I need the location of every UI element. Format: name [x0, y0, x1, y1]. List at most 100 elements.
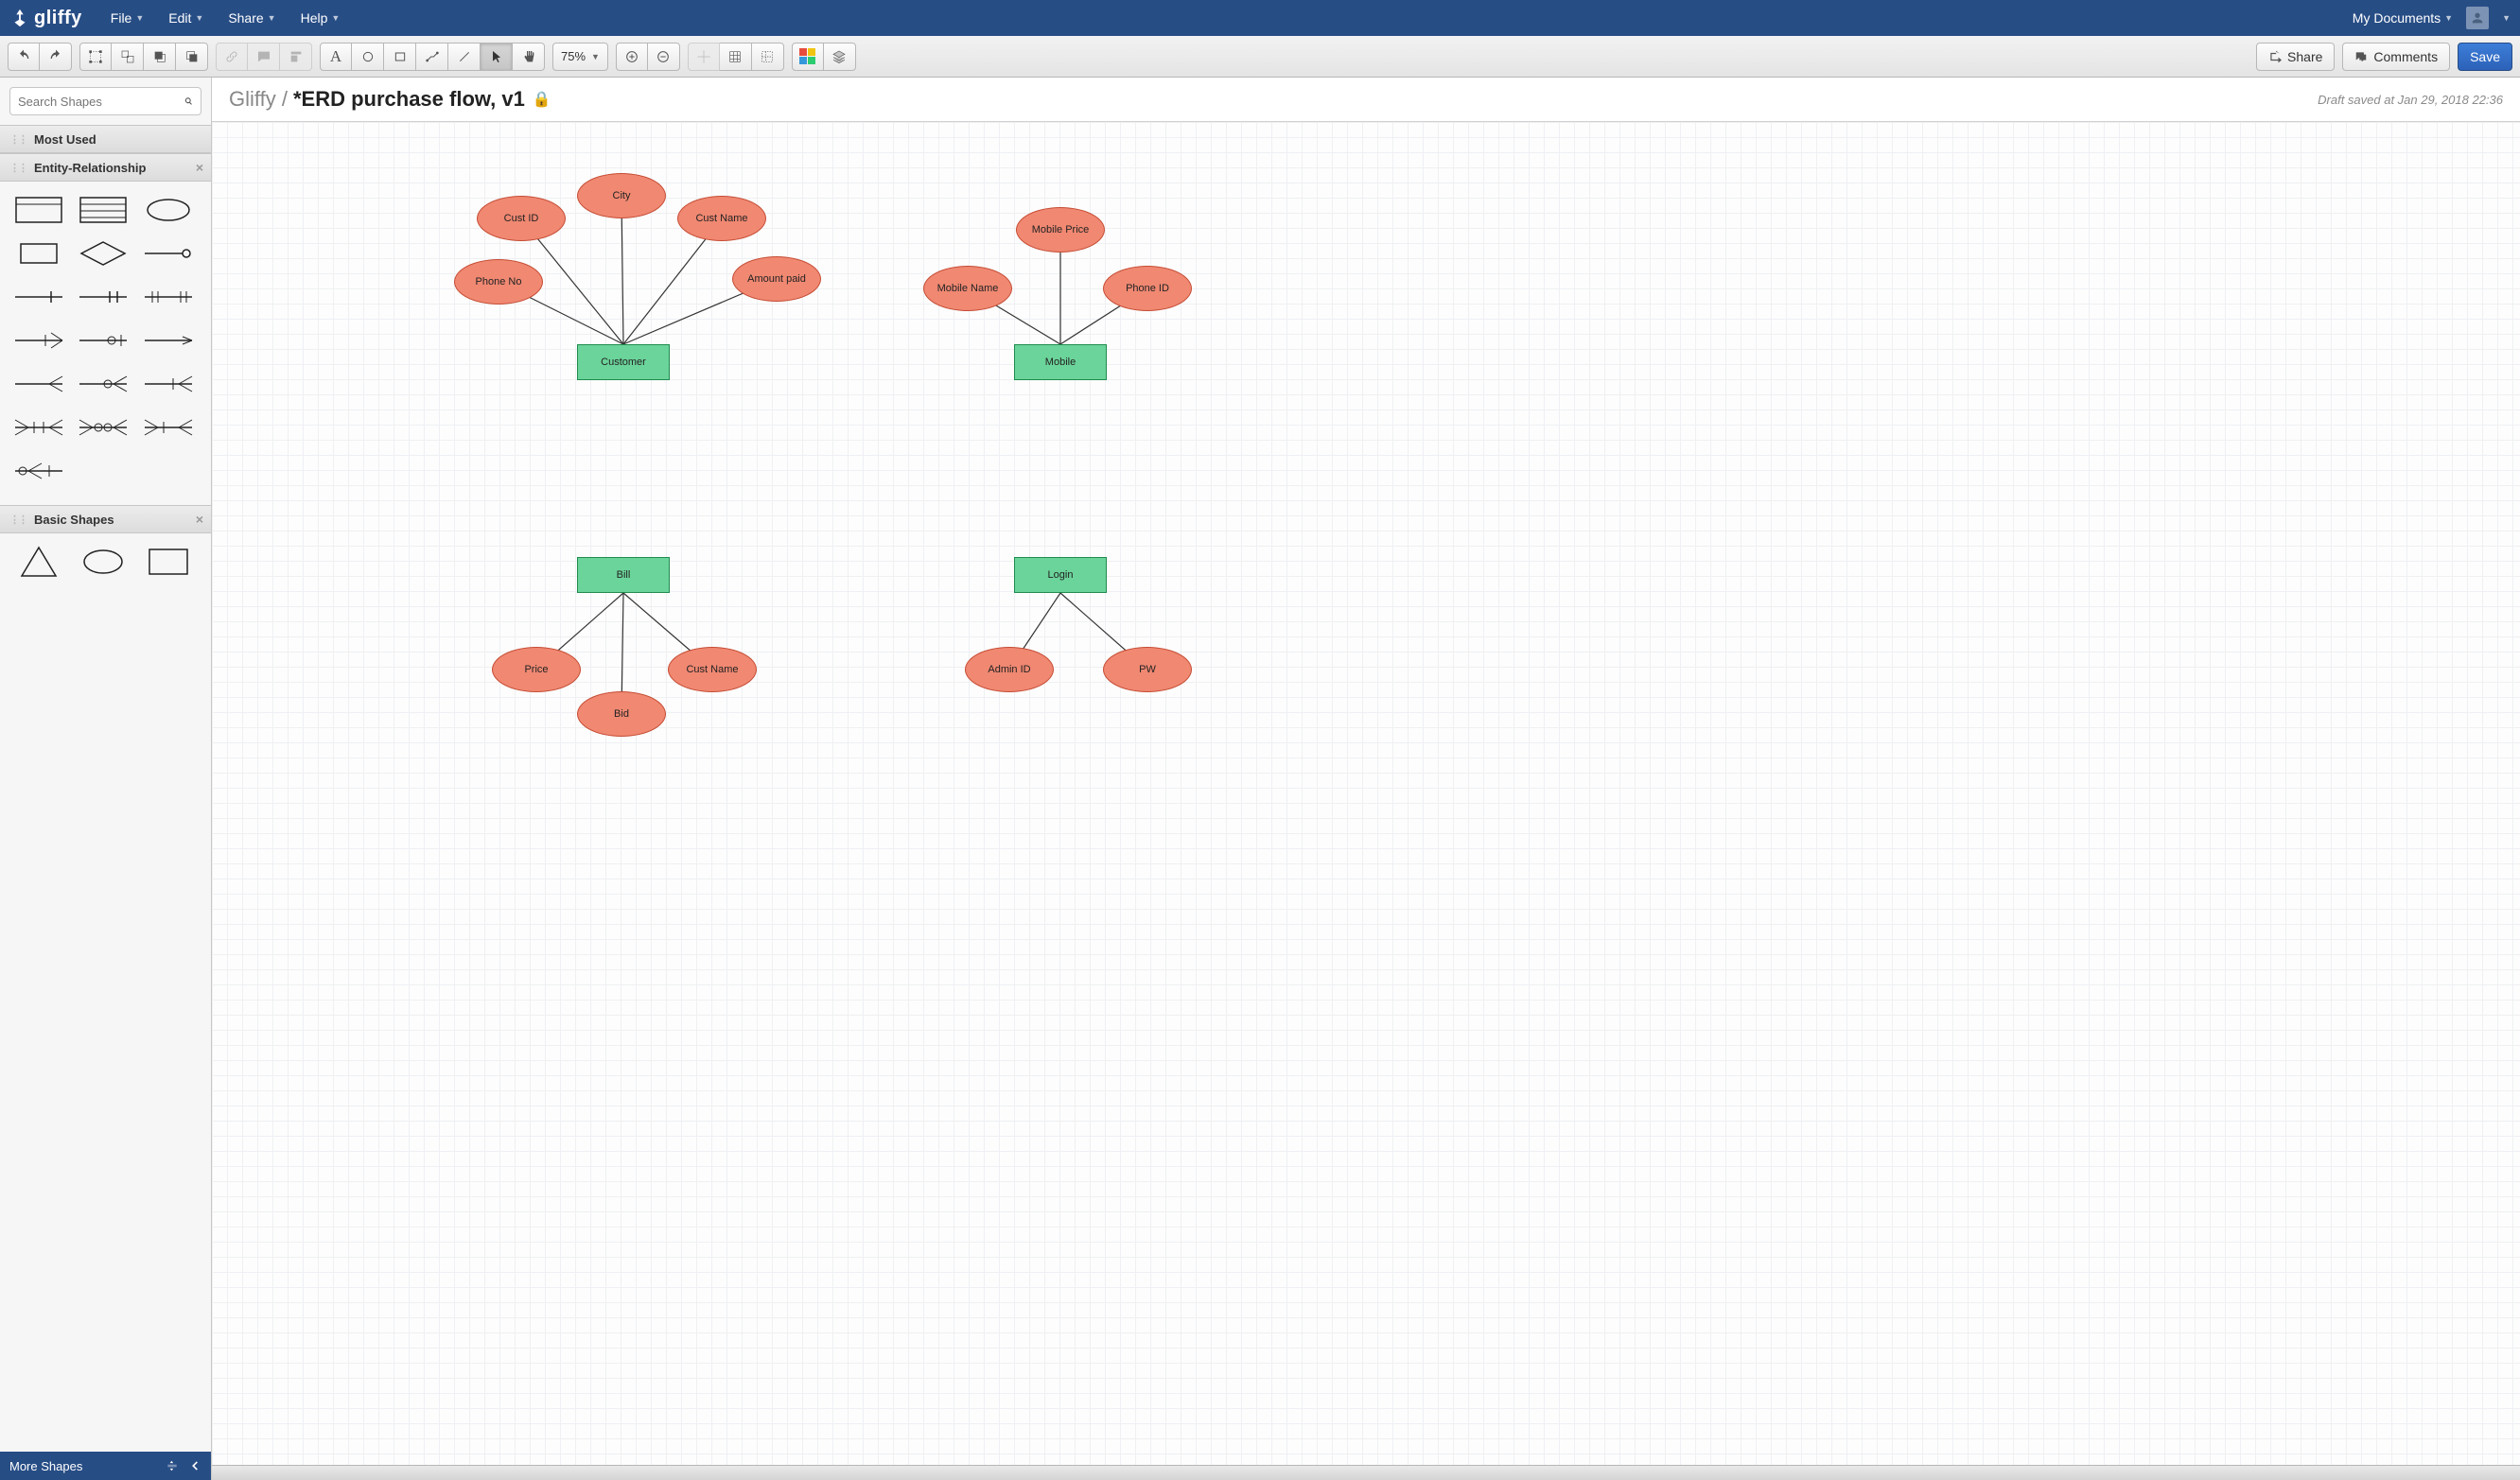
attribute-city[interactable]: City	[577, 173, 666, 218]
redo-icon	[48, 49, 63, 64]
attribute-amount_paid[interactable]: Amount paid	[732, 256, 821, 302]
caret-down-icon: ▼	[331, 13, 340, 23]
shape-attribute[interactable]	[143, 195, 194, 225]
attribute-cust_id[interactable]: Cust ID	[477, 196, 566, 241]
menu-help[interactable]: Help▼	[301, 10, 341, 26]
collapse-icon[interactable]	[166, 1459, 179, 1472]
text-icon: A	[330, 47, 341, 66]
shape-rel-many[interactable]	[13, 369, 64, 399]
share-button[interactable]: Share	[2256, 43, 2335, 71]
search-input[interactable]	[18, 95, 184, 109]
canvas[interactable]: Customer Mobile Bill Login Phone No Cust IDCi…	[212, 122, 2520, 1465]
ungroup-button[interactable]	[112, 43, 144, 71]
search-icon[interactable]	[184, 95, 193, 108]
snap-button[interactable]	[688, 43, 720, 71]
pointer-tool-button[interactable]	[481, 43, 513, 71]
shape-rel-circle-many[interactable]	[13, 456, 64, 486]
shape-ellipse[interactable]	[78, 547, 129, 577]
shape-entity[interactable]	[13, 195, 64, 225]
entity-customer[interactable]: Customer	[577, 344, 670, 380]
shape-line-circle[interactable]	[143, 238, 194, 269]
close-icon[interactable]: ×	[196, 160, 203, 175]
redo-button[interactable]	[40, 43, 72, 71]
breadcrumb[interactable]: Gliffy /	[229, 87, 288, 112]
caret-down-icon: ▼	[591, 52, 600, 61]
bring-front-button[interactable]	[144, 43, 176, 71]
shape-rel-circle-one[interactable]	[78, 325, 129, 356]
text-tool-button[interactable]: A	[320, 43, 352, 71]
shape-relationship[interactable]	[78, 238, 129, 269]
shape-triangle[interactable]	[13, 547, 64, 577]
menu-share[interactable]: Share▼	[228, 10, 275, 26]
entity-mobile[interactable]: Mobile	[1014, 344, 1107, 380]
popup-button[interactable]	[280, 43, 312, 71]
shape-rel-one[interactable]	[13, 282, 64, 312]
zoom-out-button[interactable]	[648, 43, 680, 71]
pointer-icon	[489, 49, 504, 64]
theme-button[interactable]	[792, 43, 824, 71]
document-title[interactable]: *ERD purchase flow, v1	[293, 87, 525, 112]
attribute-phone_no[interactable]: Phone No	[454, 259, 543, 305]
connector-tool-button[interactable]	[416, 43, 448, 71]
ellipse-icon	[360, 49, 376, 64]
note-button[interactable]	[248, 43, 280, 71]
grid-button[interactable]	[720, 43, 752, 71]
group-icon	[88, 49, 103, 64]
shape-entity-rows[interactable]	[78, 195, 129, 225]
comments-button[interactable]: Comments	[2342, 43, 2450, 71]
user-avatar[interactable]	[2466, 7, 2489, 29]
attribute-pw[interactable]: PW	[1103, 647, 1192, 692]
section-entity-relationship[interactable]: ⋮⋮ Entity-Relationship ×	[0, 153, 211, 182]
caret-down-icon[interactable]: ▼	[2502, 13, 2511, 23]
shape-rel-cross[interactable]	[13, 325, 64, 356]
shape-rectangle[interactable]	[143, 547, 194, 577]
grip-icon: ⋮⋮	[9, 514, 26, 526]
shape-rel-many-circle[interactable]	[78, 369, 129, 399]
shape-rel-one-one[interactable]	[78, 282, 129, 312]
horizontal-scrollbar[interactable]	[212, 1465, 2520, 1480]
section-basic-shapes[interactable]: ⋮⋮ Basic Shapes ×	[0, 505, 211, 533]
attribute-bid[interactable]: Bid	[577, 691, 666, 737]
group-button[interactable]	[79, 43, 112, 71]
entity-login[interactable]: Login	[1014, 557, 1107, 593]
menu-edit[interactable]: Edit▼	[168, 10, 203, 26]
layers-button[interactable]	[824, 43, 856, 71]
attribute-price[interactable]: Price	[492, 647, 581, 692]
shape-rel-many-bar[interactable]	[143, 369, 194, 399]
close-icon[interactable]: ×	[196, 512, 203, 527]
line-tool-button[interactable]	[448, 43, 481, 71]
zoom-select[interactable]: 75% ▼	[552, 43, 608, 71]
undo-button[interactable]	[8, 43, 40, 71]
shape-rel-many-one[interactable]	[143, 282, 194, 312]
ellipse-tool-button[interactable]	[352, 43, 384, 71]
zoom-in-button[interactable]	[616, 43, 648, 71]
logo[interactable]: gliffy	[9, 8, 82, 29]
attribute-mobile_price[interactable]: Mobile Price	[1016, 207, 1105, 252]
entity-bill[interactable]: Bill	[577, 557, 670, 593]
attribute-mobile_name[interactable]: Mobile Name	[923, 266, 1012, 311]
shape-rel-dash[interactable]	[143, 325, 194, 356]
shape-rel-mixed[interactable]	[143, 412, 194, 443]
shape-rect[interactable]	[13, 238, 64, 269]
more-shapes-link[interactable]: More Shapes	[9, 1459, 82, 1473]
send-back-button[interactable]	[176, 43, 208, 71]
link-button[interactable]	[216, 43, 248, 71]
section-most-used[interactable]: ⋮⋮ Most Used	[0, 125, 211, 153]
attribute-b_cust_name[interactable]: Cust Name	[668, 647, 757, 692]
shape-rel-both-many-bar[interactable]	[13, 412, 64, 443]
bring-front-icon	[152, 49, 167, 64]
attribute-phone_id[interactable]: Phone ID	[1103, 266, 1192, 311]
lock-icon[interactable]: 🔒	[533, 90, 551, 109]
rect-tool-button[interactable]	[384, 43, 416, 71]
pan-tool-button[interactable]	[513, 43, 545, 71]
layers-icon	[831, 49, 847, 64]
my-documents-link[interactable]: My Documents▼	[2353, 10, 2453, 26]
chevron-left-icon[interactable]	[188, 1459, 201, 1472]
attribute-cust_name[interactable]: Cust Name	[677, 196, 766, 241]
sidebar-footer: More Shapes	[0, 1452, 211, 1480]
attribute-admin_id[interactable]: Admin ID	[965, 647, 1054, 692]
menu-file[interactable]: File▼	[111, 10, 144, 26]
shape-rel-both-circle[interactable]	[78, 412, 129, 443]
guides-button[interactable]	[752, 43, 784, 71]
save-button[interactable]: Save	[2458, 43, 2512, 71]
